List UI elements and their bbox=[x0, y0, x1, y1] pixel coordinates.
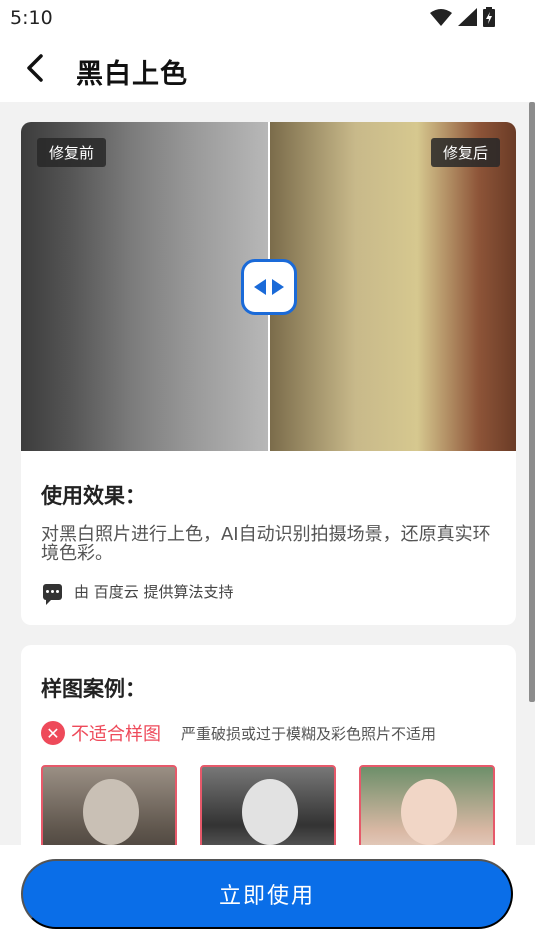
status-icons bbox=[430, 7, 495, 27]
before-label: 修复前 bbox=[37, 138, 107, 167]
unsuitable-label: 不适合样图 bbox=[71, 724, 161, 745]
unsuitable-note: 严重破损或过于模糊及彩色照片不适用 bbox=[181, 724, 437, 743]
scrollbar[interactable] bbox=[529, 102, 535, 702]
before-photo bbox=[21, 122, 269, 451]
after-photo bbox=[269, 122, 516, 451]
status-time: 5:10 bbox=[10, 7, 53, 29]
status-bar: 5:10 bbox=[0, 0, 535, 36]
after-label: 修复后 bbox=[430, 138, 500, 167]
samples-title: 样图案例： bbox=[41, 677, 146, 701]
portrait-shape bbox=[242, 779, 298, 845]
powered-by: 由 百度云 提供算法支持 bbox=[43, 581, 234, 605]
back-arrow-icon bbox=[27, 54, 43, 82]
page-title: 黑白上色 bbox=[76, 59, 188, 90]
before-after-compare[interactable]: 修复前 修复后 bbox=[21, 122, 516, 451]
portrait-shape bbox=[401, 779, 457, 845]
compare-slider-handle[interactable] bbox=[241, 259, 297, 315]
effect-description: 对黑白照片进行上色，AI自动识别拍摄场景，还原真实环境色彩。 bbox=[41, 524, 491, 564]
bottom-bar: 立即使用 bbox=[0, 845, 535, 951]
unsuitable-row: ✕ 不适合样图 严重破损或过于模糊及彩色照片不适用 bbox=[41, 720, 436, 746]
wifi-icon bbox=[430, 8, 452, 26]
message-icon bbox=[43, 583, 62, 605]
effect-title: 使用效果： bbox=[41, 484, 146, 508]
portrait-shape bbox=[83, 779, 139, 845]
effect-card: 修复前 修复后 使用效果： 对黑白照片进行上色，AI自动识别拍摄场景，还原真实环… bbox=[21, 122, 516, 625]
arrow-right-icon bbox=[272, 279, 284, 295]
battery-charging-icon bbox=[483, 7, 495, 27]
back-button[interactable] bbox=[18, 50, 52, 86]
arrow-left-icon bbox=[254, 279, 266, 295]
powered-by-text: 由 百度云 提供算法支持 bbox=[74, 583, 234, 601]
signal-icon bbox=[458, 8, 477, 26]
app-bar: 黑白上色 bbox=[0, 36, 535, 102]
scroll-content[interactable]: 修复前 修复后 使用效果： 对黑白照片进行上色，AI自动识别拍摄场景，还原真实环… bbox=[0, 102, 535, 951]
close-circle-icon: ✕ bbox=[41, 721, 65, 745]
use-now-button[interactable]: 立即使用 bbox=[21, 859, 513, 929]
